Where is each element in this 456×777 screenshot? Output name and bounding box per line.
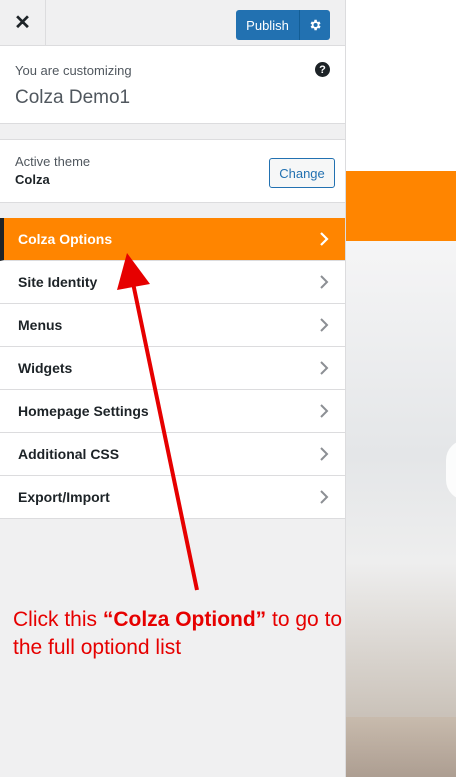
menu-item-additional-css[interactable]: Additional CSS — [0, 433, 345, 476]
menu-item-widgets[interactable]: Widgets — [0, 347, 345, 390]
gear-icon — [310, 19, 321, 31]
chevron-right-icon — [320, 447, 329, 461]
help-icon[interactable]: ? — [315, 62, 330, 77]
menu-item-label: Widgets — [18, 360, 73, 376]
menu-item-label: Additional CSS — [18, 446, 120, 462]
chevron-right-icon — [320, 232, 329, 246]
chevron-right-icon — [320, 275, 329, 289]
preview-header — [346, 0, 456, 45]
menu-item-label: Site Identity — [18, 274, 98, 290]
chevron-right-icon — [320, 318, 329, 332]
site-preview — [346, 0, 456, 777]
customizer-header: ✕ Publish — [0, 0, 345, 46]
active-theme-name: Colza — [15, 172, 50, 187]
menu-item-label: Homepage Settings — [18, 403, 149, 419]
annotation-prefix: Click this — [13, 608, 103, 631]
preview-white-band — [346, 45, 456, 171]
menu-item-colza-options[interactable]: Colza Options — [0, 218, 345, 261]
chevron-right-icon — [320, 361, 329, 375]
menu-item-site-identity[interactable]: Site Identity — [0, 261, 345, 304]
menu-item-export-import[interactable]: Export/Import — [0, 476, 345, 519]
active-theme-label: Active theme — [15, 154, 91, 169]
chevron-right-icon — [320, 404, 329, 418]
publish-group: Publish — [236, 10, 330, 40]
menu-item-homepage-settings[interactable]: Homepage Settings — [0, 390, 345, 433]
close-icon: ✕ — [14, 12, 31, 34]
customizing-label: You are customizing — [15, 63, 132, 78]
menu-item-menus[interactable]: Menus — [0, 304, 345, 347]
annotation-highlight: “Colza Optiond” — [102, 608, 267, 631]
active-theme-section: Active theme Colza Change — [0, 139, 345, 203]
site-title: Colza Demo1 — [15, 87, 131, 108]
menu-item-label: Colza Options — [18, 231, 113, 247]
preview-nav-bar — [346, 171, 456, 241]
publish-button[interactable]: Publish — [236, 10, 300, 40]
publish-settings-button[interactable] — [300, 10, 330, 40]
menu-item-label: Menus — [18, 317, 63, 333]
chevron-right-icon — [320, 490, 329, 504]
menu-item-label: Export/Import — [18, 489, 110, 505]
close-button[interactable]: ✕ — [0, 0, 46, 45]
preview-hero — [346, 241, 456, 777]
preview-building — [346, 717, 456, 777]
customizing-info: You are customizing Colza Demo1 ? — [0, 46, 345, 124]
customizer-menu: Colza Options Site Identity Menus Widget… — [0, 218, 345, 519]
annotation-note: Click this “Colza Optiond” to go to the … — [13, 606, 343, 662]
change-theme-button[interactable]: Change — [269, 158, 335, 188]
